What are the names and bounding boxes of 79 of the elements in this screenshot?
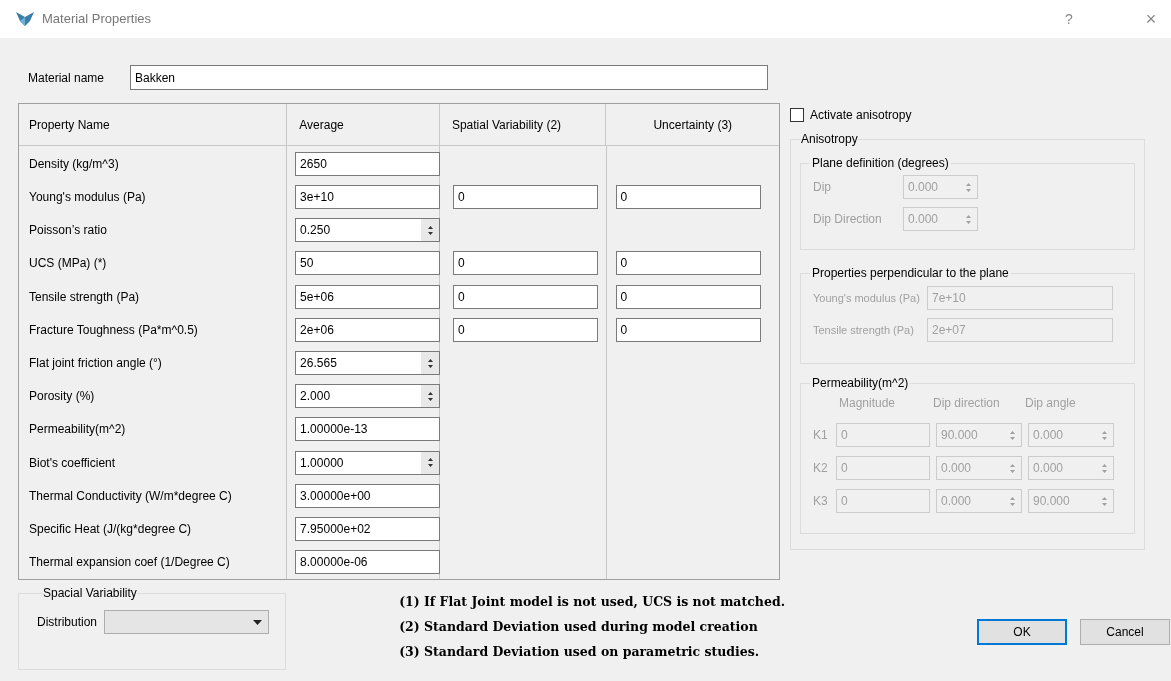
row-label: K3 — [813, 493, 829, 510]
input-field[interactable]: 2e+06 — [295, 317, 441, 342]
spin-arrows-icon — [426, 357, 434, 369]
dialog-button[interactable]: Cancel — [1080, 619, 1170, 645]
help-button[interactable]: ? — [1059, 8, 1079, 30]
input-field[interactable]: 3e+10 — [295, 184, 441, 209]
spin-arrows-icon — [964, 181, 972, 193]
input-field[interactable]: 2650 — [295, 151, 441, 176]
input-field[interactable]: 1.00000e-13 — [295, 417, 441, 442]
input-field[interactable]: 0 — [453, 184, 599, 209]
text-field[interactable]: Bakken — [130, 65, 768, 90]
property-name: Tensile strength (Pa) — [29, 288, 140, 306]
field-label: Material name — [27, 69, 106, 87]
spin-arrows-icon — [426, 390, 434, 402]
input-field[interactable]: 5e+06 — [295, 284, 441, 309]
group-title: Anisotropy — [801, 131, 858, 148]
property-name: Flat joint friction angle (°) — [29, 355, 162, 372]
column-header: Spatial Variability (2) — [439, 104, 607, 145]
dialog-button[interactable]: OK — [977, 619, 1067, 645]
group-title: Spacial Variability — [43, 585, 137, 602]
property-name: Density (kg/m^3) — [29, 155, 119, 173]
field-label: Dip — [813, 179, 832, 196]
spin-arrows-icon — [1100, 429, 1108, 441]
column-header: Average — [287, 104, 440, 145]
column-header: Property Name — [19, 104, 288, 145]
row-label: K2 — [813, 460, 829, 477]
input-field[interactable]: 0 — [615, 317, 761, 342]
input-field[interactable]: 0 — [453, 317, 599, 342]
input-field[interactable]: 50 — [295, 251, 441, 276]
close-button[interactable]: × — [1141, 5, 1161, 33]
property-name: Fracture Toughness (Pa*m^0.5) — [29, 321, 198, 339]
group-title: Properties perpendicular to the plane — [811, 265, 1010, 282]
app-logo-icon — [16, 11, 34, 27]
property-name: Permeability(m^2) — [29, 421, 126, 439]
spin-box[interactable]: 2.000 — [295, 384, 441, 409]
checkbox-label: Activate anisotropy — [810, 107, 912, 124]
spin-arrows-icon — [964, 213, 972, 225]
footnote: (1) If Flat Joint model is not used, UCS is not matched. — [399, 593, 785, 612]
property-name: Thermal Conductivity (W/m*degree C) — [29, 487, 232, 505]
group-title: Permeability(m^2) — [811, 375, 910, 392]
property-name: Poisson’s ratio — [29, 222, 107, 240]
property-name: Specific Heat (J/(kg*degree C) — [29, 521, 192, 539]
spin-arrows-icon — [1008, 495, 1016, 507]
column-header: Dip direction — [933, 396, 1000, 410]
column-header: Uncertainty (3) — [652, 116, 734, 134]
spin-box[interactable]: 0.250 — [295, 218, 441, 243]
spin-arrows-icon — [1008, 462, 1016, 474]
input-field[interactable]: 0 — [615, 284, 761, 309]
field-label: Tensile strength (Pa) — [813, 322, 915, 338]
input-field[interactable]: 3.00000e+00 — [295, 483, 441, 508]
property-name: Biot's coefficient — [29, 454, 116, 472]
property-name: Porosity (%) — [29, 388, 95, 406]
spin-arrows-icon — [426, 224, 434, 236]
footnote: (3) Standard Deviation used on parametric studies. — [399, 643, 761, 662]
field-label: Young's modulus (Pa) — [813, 290, 921, 306]
input-field[interactable]: 8.00000e-06 — [295, 550, 441, 575]
property-name: UCS (MPa) (*) — [29, 255, 107, 273]
field-label: Dip Direction — [813, 211, 883, 228]
input-field[interactable]: 0 — [453, 284, 599, 309]
spin-arrows-icon — [1008, 429, 1016, 441]
group-title: Plane definition (degrees) — [811, 155, 950, 172]
input-field[interactable]: 0 — [453, 251, 599, 276]
caret-icon — [253, 619, 262, 625]
footnote: (2) Standard Deviation used during model creation — [399, 618, 759, 637]
spin-box[interactable]: 26.565 — [295, 351, 441, 375]
spin-arrows-icon — [426, 457, 434, 469]
column-header: Dip angle — [1025, 396, 1076, 410]
field-label: Distribution — [37, 614, 99, 631]
property-name: Thermal expansion coef (1/Degree C) — [29, 554, 230, 572]
window-title: Material Properties — [42, 10, 153, 29]
input-field[interactable]: 0 — [615, 184, 761, 209]
spin-arrows-icon — [1100, 495, 1108, 507]
column-header: Magnitude — [838, 396, 896, 410]
row-label: K1 — [813, 427, 829, 444]
spin-box[interactable]: 1.00000 — [295, 450, 441, 475]
property-name: Young's modulus (Pa) — [29, 188, 146, 206]
spin-arrows-icon — [1100, 462, 1108, 474]
input-field[interactable]: 7.95000e+02 — [295, 517, 441, 542]
input-field[interactable]: 0 — [615, 251, 761, 276]
